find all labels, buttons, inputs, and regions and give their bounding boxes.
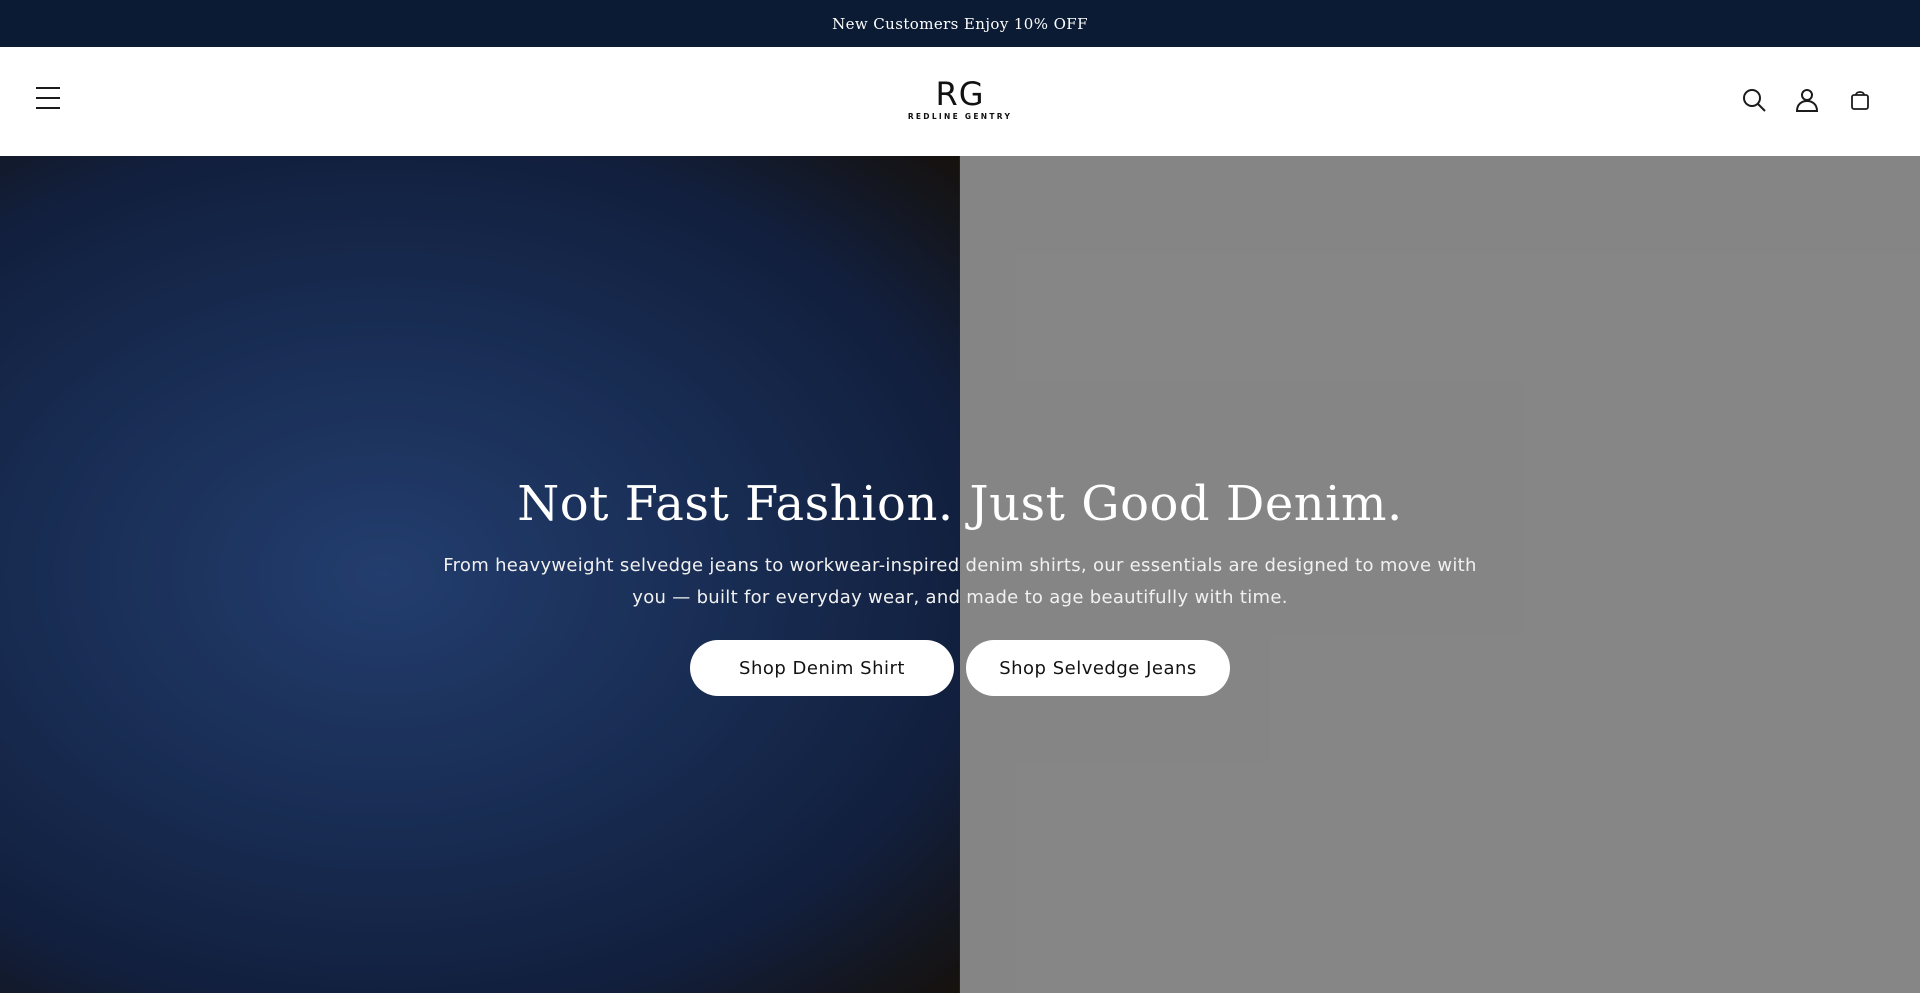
logo-wordmark: REDLINE GENTRY [907,112,1013,121]
shop-selvedge-jeans-button[interactable]: Shop Selvedge Jeans [966,640,1230,696]
announcement-bar: New Customers Enjoy 10% OFF [0,0,1920,47]
cart-icon[interactable] [1846,86,1874,114]
site-header: RG REDLINE GENTRY [0,47,1920,156]
announcement-text: New Customers Enjoy 10% OFF [832,14,1088,33]
hero-subtitle: From heavyweight selvedge jeans to workw… [443,555,1477,608]
site-logo[interactable]: RG REDLINE GENTRY [890,77,1030,137]
hero-buttons: Shop Denim Shirt Shop Selvedge Jeans [360,640,1560,696]
account-icon[interactable] [1793,86,1821,114]
shop-denim-shirt-button[interactable]: Shop Denim Shirt [690,640,954,696]
hero-content: Not Fast Fashion. Just Good Denim. From … [360,476,1560,696]
menu-icon[interactable] [36,87,62,111]
search-icon[interactable] [1740,86,1768,114]
hero-banner: Not Fast Fashion. Just Good Denim. From … [0,156,1920,993]
hero-title: Not Fast Fashion. Just Good Denim. [517,476,1403,532]
logo-mark: RG [935,75,985,113]
